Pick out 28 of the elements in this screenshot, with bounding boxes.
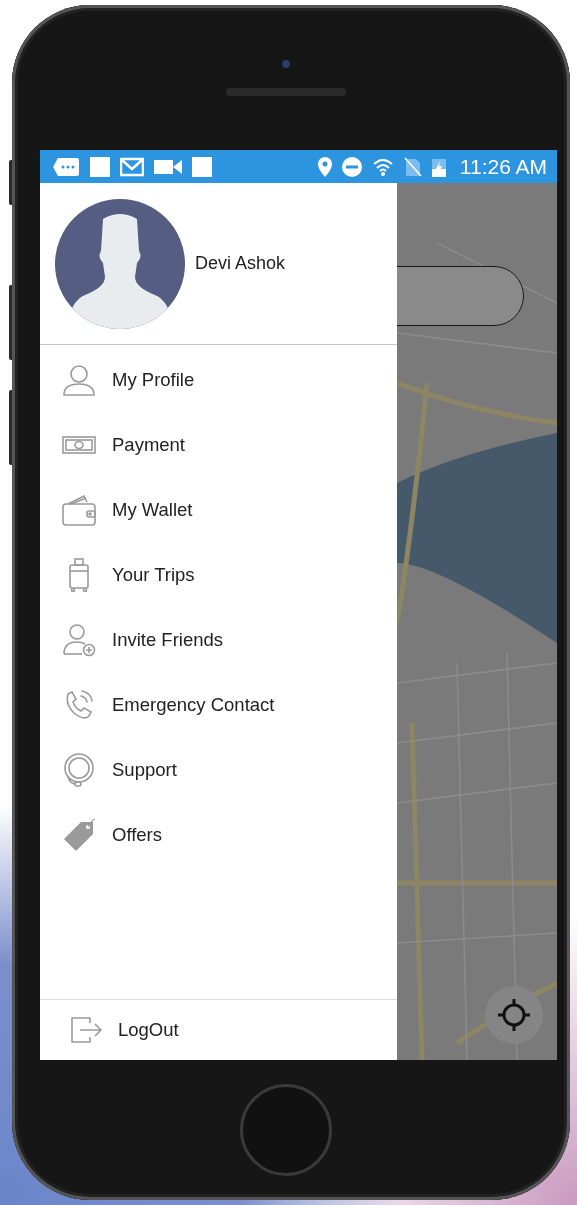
square-icon [90, 156, 110, 177]
menu-item[interactable]: Emergency Contact [40, 672, 397, 737]
menu-item[interactable]: Payment [40, 412, 397, 477]
wallet-icon [62, 492, 96, 527]
do-not-disturb-icon [341, 156, 362, 177]
wifi-icon [371, 156, 394, 177]
square-icon [192, 156, 212, 177]
user-name: Devi Ashok [195, 253, 286, 274]
person-icon [62, 362, 96, 397]
battery-charging-icon [431, 156, 446, 177]
front-camera [282, 59, 290, 68]
menu-item[interactable]: Offers [40, 802, 397, 867]
message-icon [52, 156, 80, 177]
crosshair-icon [497, 998, 531, 1032]
no-sim-icon [403, 156, 422, 177]
menu-item[interactable]: My Wallet [40, 477, 397, 542]
menu-item[interactable]: Support [40, 737, 397, 802]
price-tag-icon [62, 817, 96, 852]
add-person-icon [62, 622, 96, 657]
menu-item[interactable]: Your Trips [40, 542, 397, 607]
status-time: 11:26 AM [459, 154, 547, 179]
menu-item[interactable]: Invite Friends [40, 607, 397, 672]
location-pin-icon [317, 156, 332, 177]
logout-button[interactable]: LogOut [70, 1013, 179, 1047]
mail-icon [120, 156, 144, 177]
search-field[interactable] [397, 266, 524, 326]
menu-item[interactable]: My Profile [40, 347, 397, 412]
headset-icon [62, 752, 96, 787]
